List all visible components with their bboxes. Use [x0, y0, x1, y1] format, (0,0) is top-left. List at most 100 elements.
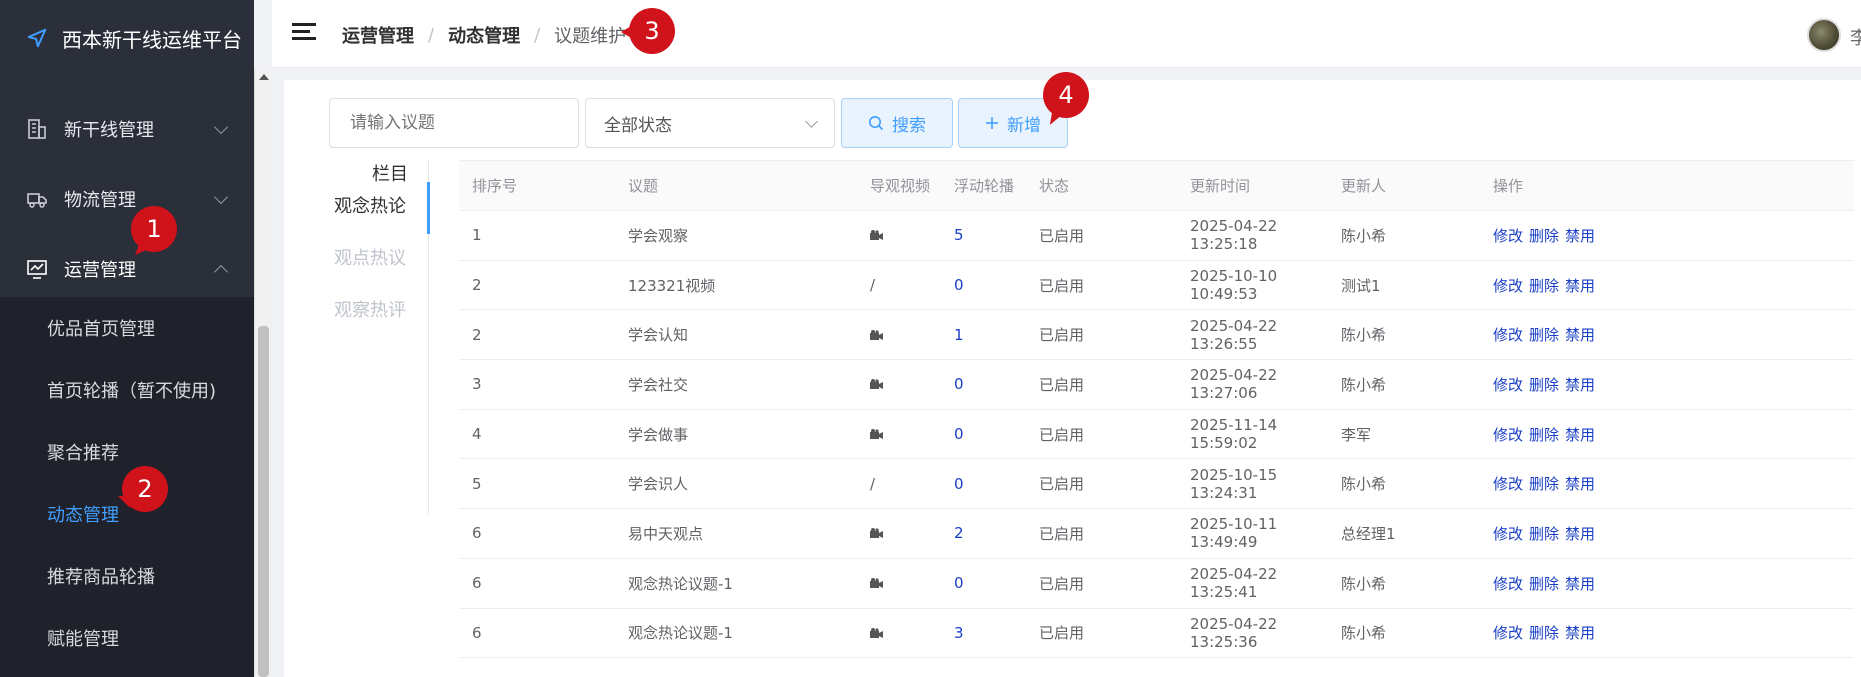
carousel-count-link[interactable]: 2: [941, 508, 1026, 559]
disable-link[interactable]: 禁用: [1565, 525, 1595, 543]
submenu-item[interactable]: 首页轮播（暂不使用): [0, 359, 254, 421]
order-cell: 2: [459, 260, 615, 311]
edit-link[interactable]: 修改: [1493, 326, 1523, 344]
carousel-count-link[interactable]: 3: [941, 608, 1026, 659]
column-header[interactable]: 排序号: [459, 160, 615, 211]
hamburger-menu-icon[interactable]: [292, 23, 316, 43]
delete-link[interactable]: 删除: [1529, 376, 1559, 394]
active-tab-indicator: [427, 182, 430, 234]
disable-link[interactable]: 禁用: [1565, 326, 1595, 344]
disable-link[interactable]: 禁用: [1565, 475, 1595, 493]
search-button[interactable]: 搜索: [841, 98, 953, 148]
scroll-thumb[interactable]: [258, 326, 269, 677]
disable-link[interactable]: 禁用: [1565, 624, 1595, 642]
submenu-item[interactable]: 优品首页管理: [0, 297, 254, 359]
disable-link[interactable]: 禁用: [1565, 227, 1595, 245]
topic-search-input[interactable]: [329, 98, 579, 148]
table-header-row: 排序号 议题 导观视频 浮动轮播 状态 更新时间 更新人 操作: [459, 160, 1854, 211]
order-cell: 4: [459, 409, 615, 460]
video-cell[interactable]: [857, 508, 941, 559]
delete-link[interactable]: 删除: [1529, 575, 1559, 593]
carousel-count-link[interactable]: 0: [941, 260, 1026, 311]
video-cell[interactable]: [857, 608, 941, 659]
tab-guandian[interactable]: 观点热议: [334, 244, 406, 270]
actions-cell: 修改 删除 禁用: [1480, 409, 1854, 460]
column-header[interactable]: 更新时间: [1177, 160, 1328, 211]
search-icon: [869, 116, 884, 131]
annotation-badge: 3: [621, 8, 675, 54]
edit-link[interactable]: 修改: [1493, 227, 1523, 245]
edit-link[interactable]: 修改: [1493, 376, 1523, 394]
topic-cell: 易中天观点: [615, 508, 857, 559]
carousel-count-link[interactable]: 0: [941, 558, 1026, 609]
edit-link[interactable]: 修改: [1493, 525, 1523, 543]
status-select[interactable]: 全部状态: [585, 98, 835, 148]
user-name[interactable]: 李: [1850, 24, 1861, 50]
carousel-count-link[interactable]: 0: [941, 359, 1026, 410]
edit-link[interactable]: 修改: [1493, 277, 1523, 295]
column-header[interactable]: 操作: [1480, 160, 1854, 211]
delete-link[interactable]: 删除: [1529, 525, 1559, 543]
edit-link[interactable]: 修改: [1493, 426, 1523, 444]
updated-time-cell: 2025-11-14 15:59:02: [1177, 409, 1328, 460]
topic-cell: 学会社交: [615, 359, 857, 410]
scroll-up-arrow-icon[interactable]: [259, 74, 269, 80]
disable-link[interactable]: 禁用: [1565, 277, 1595, 295]
edit-link[interactable]: 修改: [1493, 624, 1523, 642]
edit-link[interactable]: 修改: [1493, 475, 1523, 493]
submenu-item[interactable]: 推荐商品轮播: [0, 545, 254, 607]
video-cell[interactable]: [857, 359, 941, 410]
video-camera-icon[interactable]: [870, 528, 883, 539]
video-cell[interactable]: [857, 409, 941, 460]
video-camera-icon[interactable]: [870, 627, 883, 638]
delete-link[interactable]: 删除: [1529, 277, 1559, 295]
column-header[interactable]: 浮动轮播: [941, 160, 1026, 211]
video-cell[interactable]: [857, 558, 941, 609]
video-camera-icon[interactable]: [870, 329, 883, 340]
status-cell: 已启用: [1026, 260, 1177, 311]
status-cell: 已启用: [1026, 409, 1177, 460]
carousel-count-link[interactable]: 5: [941, 210, 1026, 261]
status-cell: 已启用: [1026, 608, 1177, 659]
carousel-count-link[interactable]: 0: [941, 409, 1026, 460]
carousel-count-link[interactable]: 0: [941, 458, 1026, 510]
delete-link[interactable]: 删除: [1529, 475, 1559, 493]
edit-link[interactable]: 修改: [1493, 575, 1523, 593]
disable-link[interactable]: 禁用: [1565, 575, 1595, 593]
video-camera-icon[interactable]: [870, 578, 883, 589]
carousel-count-link[interactable]: 1: [941, 309, 1026, 361]
avatar[interactable]: [1807, 18, 1841, 52]
video-camera-icon[interactable]: [870, 230, 883, 241]
breadcrumb-item[interactable]: 运营管理: [342, 22, 414, 48]
column-header[interactable]: 议题: [615, 160, 857, 211]
delete-link[interactable]: 删除: [1529, 426, 1559, 444]
order-cell: 5: [459, 458, 615, 510]
breadcrumb: 运营管理 / 动态管理 / 议题维护: [342, 22, 626, 48]
video-cell[interactable]: [857, 210, 941, 261]
breadcrumb-item[interactable]: 动态管理: [448, 22, 520, 48]
video-cell[interactable]: [857, 309, 941, 361]
disable-link[interactable]: 禁用: [1565, 426, 1595, 444]
status-cell: 已启用: [1026, 309, 1177, 361]
column-header[interactable]: 导观视频: [857, 160, 941, 211]
sidebar-item-xinganxian[interactable]: 新干线管理: [0, 94, 254, 164]
column-header[interactable]: 更新人: [1328, 160, 1480, 211]
disable-link[interactable]: 禁用: [1565, 376, 1595, 394]
status-cell: 已启用: [1026, 458, 1177, 510]
tab-guancha[interactable]: 观察热评: [334, 296, 406, 322]
video-camera-icon[interactable]: [870, 379, 883, 390]
sidebar-item-logistics[interactable]: 物流管理: [0, 164, 254, 234]
sidebar-item-operations[interactable]: 运营管理: [0, 234, 254, 304]
app-logo[interactable]: 西本新干线运维平台: [0, 0, 254, 76]
tab-guannian[interactable]: 观念热论: [334, 192, 406, 218]
delete-link[interactable]: 删除: [1529, 326, 1559, 344]
delete-link[interactable]: 删除: [1529, 227, 1559, 245]
table-row: 6 易中天观点 2 已启用 2025-10-11 13:49:49 总经理1 修改 删除 禁用: [459, 508, 1854, 559]
video-camera-icon[interactable]: [870, 429, 883, 440]
delete-link[interactable]: 删除: [1529, 624, 1559, 642]
actions-cell: 修改 删除 禁用: [1480, 359, 1854, 410]
sidebar-scrollbar[interactable]: [254, 68, 272, 677]
plus-icon: [986, 117, 998, 129]
column-header[interactable]: 状态: [1026, 160, 1177, 211]
submenu-item[interactable]: 赋能管理: [0, 607, 254, 669]
